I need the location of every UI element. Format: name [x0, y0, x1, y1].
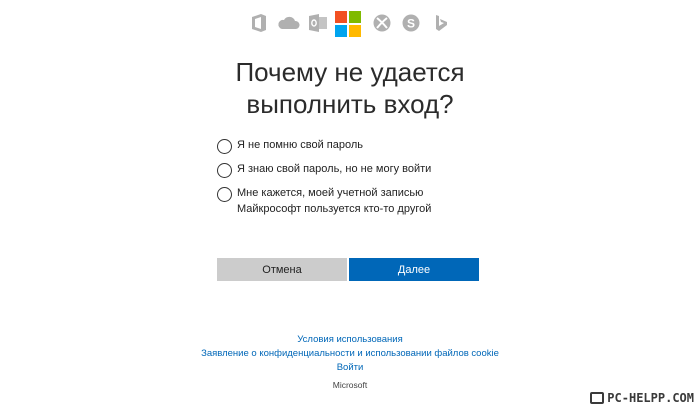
option-know-password[interactable]: Я знаю свой пароль, но не могу войти: [217, 161, 517, 178]
monitor-icon: [590, 392, 605, 404]
radio-button[interactable]: [217, 139, 232, 154]
page-title: Почему не удается выполнить вход?: [0, 56, 700, 120]
title-line-1: Почему не удается: [235, 57, 465, 87]
bing-icon: [431, 13, 451, 33]
xbox-icon: [372, 13, 392, 33]
svg-text:S: S: [407, 17, 415, 31]
option-forgot-password[interactable]: Я не помню свой пароль: [217, 137, 517, 154]
watermark: PC-HELPP.COM: [590, 391, 694, 405]
option-label: Мне кажется, моей учетной записью Майкро…: [237, 185, 431, 217]
privacy-link[interactable]: Заявление о конфиденциальности и использ…: [0, 347, 700, 361]
option-label-line: Мне кажется, моей учетной записью: [237, 187, 424, 199]
option-label-line: Я не помню свой пароль: [237, 139, 364, 151]
title-line-2: выполнить вход?: [246, 89, 454, 119]
office-icon: [249, 13, 269, 33]
radio-button[interactable]: [217, 187, 232, 202]
footer: Условия использования Заявление о конфид…: [0, 333, 700, 390]
microsoft-logo: [335, 11, 361, 37]
signin-link[interactable]: Войти: [0, 361, 700, 375]
option-label-line: Майкрософт пользуется кто-то другой: [237, 203, 432, 215]
product-icon-strip: S: [0, 11, 700, 39]
option-label: Я знаю свой пароль, но не могу войти: [237, 161, 431, 177]
skype-icon: S: [401, 13, 421, 33]
reason-options: Я не помню свой пароль Я знаю свой парол…: [217, 137, 517, 224]
watermark-text: PC-HELPP.COM: [607, 391, 694, 405]
outlook-icon: [308, 13, 328, 33]
cancel-button[interactable]: Отмена: [217, 258, 347, 281]
terms-link[interactable]: Условия использования: [0, 333, 700, 347]
option-label-line: Я знаю свой пароль, но не могу войти: [237, 163, 432, 175]
option-someone-else[interactable]: Мне кажется, моей учетной записью Майкро…: [217, 185, 517, 217]
option-label: Я не помню свой пароль: [237, 137, 363, 153]
login-help-page: S Почему не удается выполнить вход? Я не…: [0, 0, 700, 409]
next-button[interactable]: Далее: [349, 258, 479, 281]
onedrive-icon: [276, 13, 300, 33]
microsoft-brand: Microsoft: [332, 380, 368, 390]
radio-button[interactable]: [217, 163, 232, 178]
